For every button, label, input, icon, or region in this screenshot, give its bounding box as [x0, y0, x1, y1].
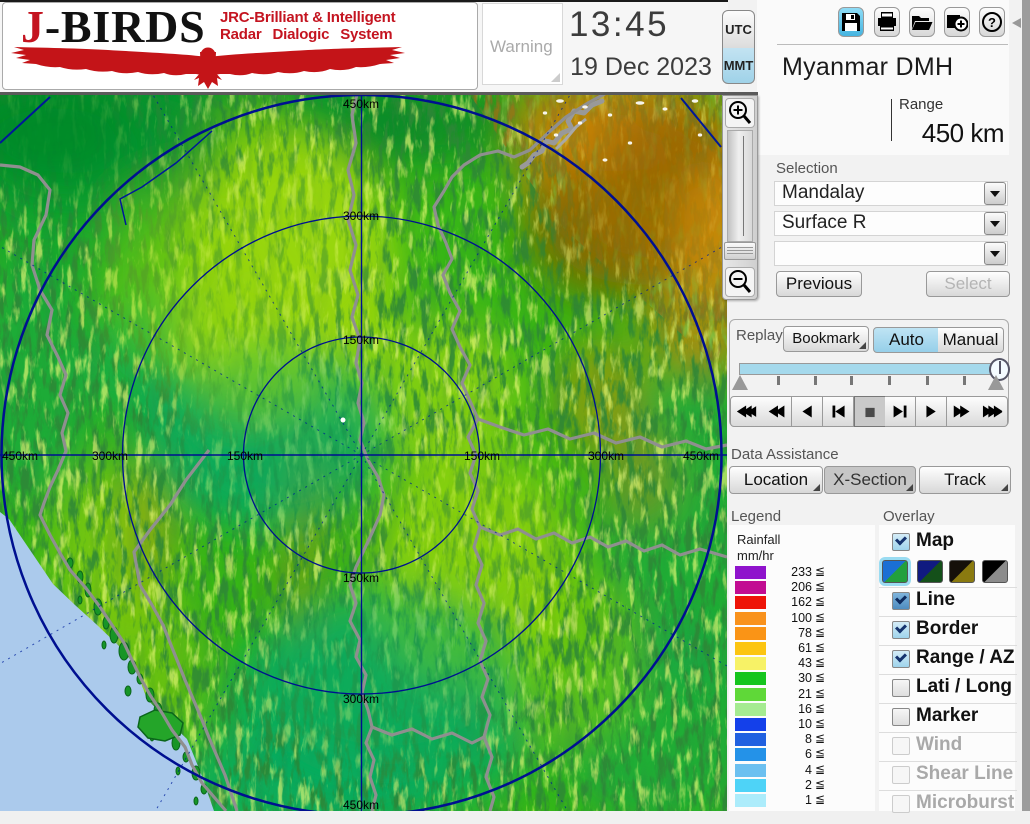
- svg-text:150km: 150km: [343, 333, 379, 347]
- svg-text:300km: 300km: [343, 692, 379, 706]
- svg-text:450km: 450km: [343, 97, 379, 111]
- svg-text:450km: 450km: [683, 449, 719, 463]
- svg-text:450km: 450km: [343, 798, 379, 811]
- svg-text:300km: 300km: [588, 449, 624, 463]
- svg-text:300km: 300km: [92, 449, 128, 463]
- svg-text:150km: 150km: [343, 571, 379, 585]
- svg-text:450km: 450km: [2, 449, 38, 463]
- svg-text:150km: 150km: [227, 449, 263, 463]
- svg-text:300km: 300km: [343, 209, 379, 223]
- svg-text:?: ?: [988, 15, 996, 30]
- svg-text:150km: 150km: [464, 449, 500, 463]
